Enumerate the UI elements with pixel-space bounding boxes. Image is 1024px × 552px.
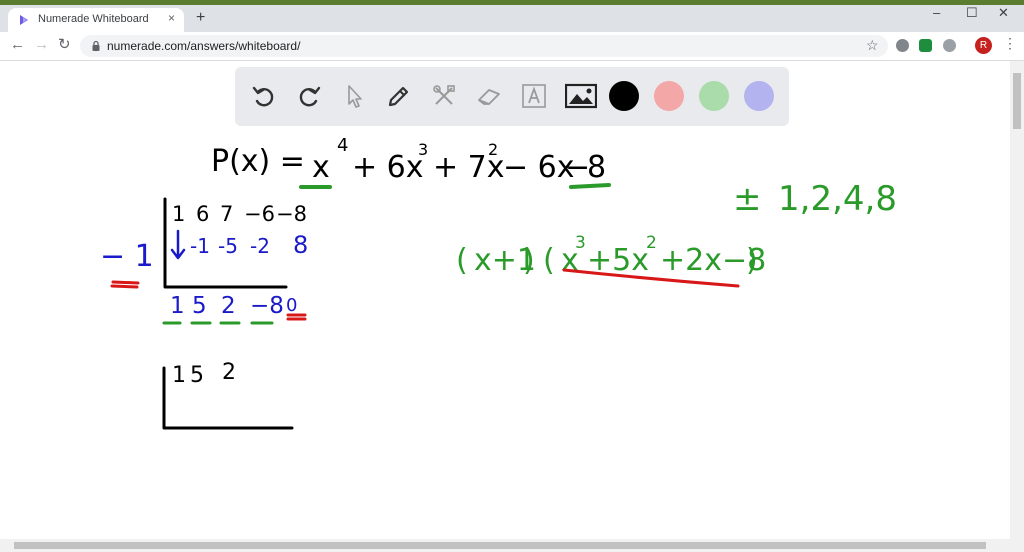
polynomial-exp-4: 4: [337, 135, 348, 156]
product: -1: [190, 234, 210, 258]
plus-minus-sign: ±: [733, 179, 762, 219]
factor-close-paren-1: ): [523, 243, 535, 278]
coefficient: −8: [276, 202, 307, 226]
coefficient: 6: [196, 202, 209, 226]
remainder-underline: [286, 313, 307, 321]
lock-icon: [92, 40, 100, 51]
result: 2: [221, 293, 236, 319]
coefficient: 7: [220, 202, 233, 226]
remainder: 0: [286, 295, 297, 316]
tab-title: Numerade Whiteboard: [38, 13, 149, 25]
polynomial-term-6x: + 6x: [352, 150, 424, 185]
browser-tab[interactable]: Numerade Whiteboard ×: [8, 8, 184, 32]
coefficient: 1: [172, 202, 185, 226]
new-tab-button[interactable]: +: [196, 10, 205, 26]
maximize-icon[interactable]: ☐: [966, 5, 978, 21]
division-results: 1 5 2 −8 0: [170, 293, 297, 319]
synthetic-division-1: − 1 1 6 7 −6 −8 -1 -5 -2 8 1 5 2 −8 0: [100, 197, 308, 325]
address-bar[interactable]: numerade.com/answers/whiteboard/ ☆: [80, 35, 888, 57]
polynomial-exp-3: 3: [418, 140, 428, 159]
candidate-roots: 1,2,4,8: [778, 179, 897, 219]
result: −8: [250, 293, 284, 319]
close-tab-icon[interactable]: ×: [168, 11, 175, 25]
result: 5: [192, 293, 207, 319]
vertical-scrollbar[interactable]: [1010, 61, 1024, 539]
polynomial-lhs: P(x) =: [211, 144, 305, 179]
bookmark-star-icon[interactable]: ☆: [866, 37, 879, 54]
minimize-icon[interactable]: –: [933, 5, 940, 20]
product: -2: [250, 234, 270, 258]
polynomial-term-x: x: [312, 150, 330, 185]
factor-exp-3: 3: [575, 233, 586, 253]
factor-open-paren-2: (: [543, 243, 555, 278]
division-products: -1 -5 -2 8: [190, 231, 308, 259]
result: 1: [170, 293, 185, 319]
factor-close-paren-2: ): [746, 243, 758, 278]
product: -5: [218, 234, 238, 258]
coefficient: −6: [244, 202, 275, 226]
horizontal-scroll-thumb[interactable]: [14, 542, 986, 549]
navigation-bar: ← → ↻ numerade.com/answers/whiteboard/ ☆…: [0, 32, 1024, 61]
github-extension-icon[interactable]: [943, 39, 956, 52]
vertical-scroll-thumb[interactable]: [1013, 73, 1021, 129]
coefficient: 2: [222, 360, 236, 385]
polynomial-exp-2: 2: [488, 140, 498, 159]
factored-form: ( x+1 ) ( x 3 +5x 2 +2x−8 ): [456, 233, 766, 278]
division-root: − 1: [100, 239, 154, 274]
reload-icon[interactable]: ↻: [58, 37, 71, 53]
synthetic-division-2: 1 5 2: [162, 360, 294, 430]
factor-exp-2: 2: [646, 233, 657, 253]
back-icon[interactable]: ←: [10, 37, 25, 53]
division-coefficients: 1 6 7 −6 −8: [172, 202, 307, 226]
root-underline: [110, 280, 140, 289]
whiteboard-canvas[interactable]: P(x) = x 4 + 6x 3 + 7x 2 − 6x − 8 ± 1,2,…: [0, 61, 1010, 539]
checkmark-extension-icon[interactable]: [919, 39, 932, 52]
polynomial-equation: P(x) = x 4 + 6x 3 + 7x 2 − 6x − 8: [211, 135, 606, 185]
coefficient: 5: [190, 363, 204, 388]
tab-bar: Numerade Whiteboard × + – ☐ ✕: [0, 5, 1024, 32]
forward-icon[interactable]: →: [34, 37, 49, 53]
polynomial-term-8: 8: [587, 150, 606, 185]
polynomial-term-neg6x: − 6x: [503, 150, 575, 185]
menu-kebab-icon[interactable]: ⋮: [1003, 35, 1017, 52]
extension-icon[interactable]: [896, 39, 909, 52]
bring-down-arrow: [170, 229, 186, 260]
url-text: numerade.com/answers/whiteboard/: [107, 39, 301, 53]
close-window-icon[interactable]: ✕: [998, 5, 1009, 21]
rational-roots: ± 1,2,4,8: [733, 179, 897, 219]
coefficient: 1: [172, 363, 186, 388]
profile-avatar[interactable]: R: [975, 37, 992, 54]
horizontal-scrollbar[interactable]: [0, 539, 1024, 552]
numerade-logo-icon: [20, 15, 28, 25]
factor-open-paren-1: (: [456, 243, 468, 278]
product: 8: [293, 231, 308, 259]
underline-constant: [569, 183, 611, 189]
